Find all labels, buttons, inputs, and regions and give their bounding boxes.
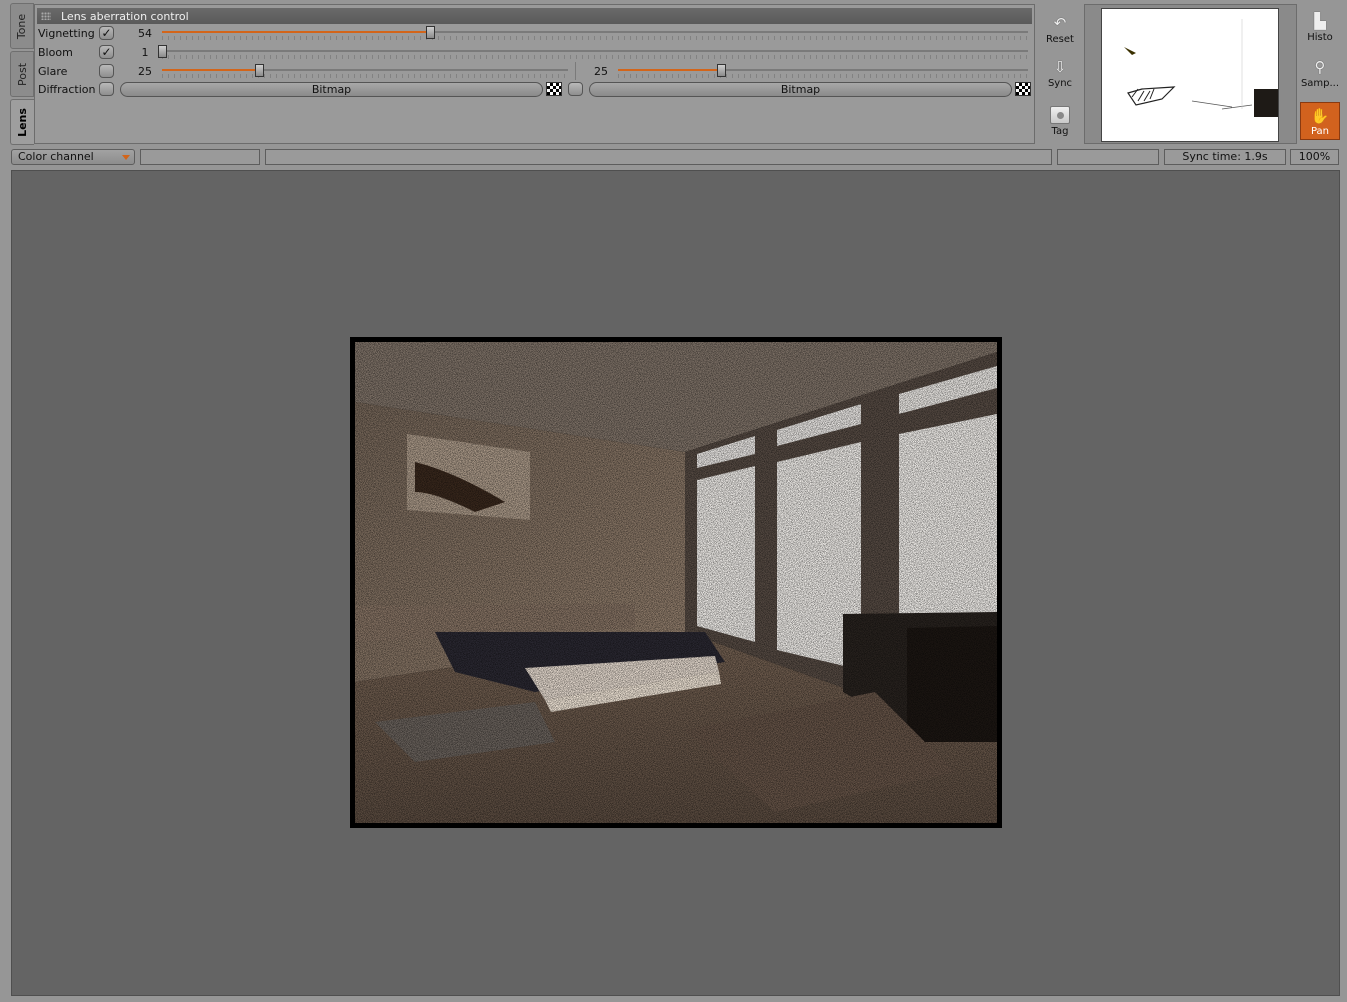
- lens-aberration-panel: Lens aberration control Vignetting ✓ 54 …: [34, 4, 1035, 144]
- diffraction-row: Diffraction Bitmap Bitmap: [38, 80, 1032, 98]
- tab-tone[interactable]: Tone: [10, 3, 34, 49]
- render-frame: [350, 337, 1002, 828]
- eyedropper-icon: ⚲: [1314, 58, 1326, 76]
- sync-time-readout: Sync time: 1.9s: [1164, 149, 1286, 165]
- tag-icon: [1050, 106, 1070, 124]
- panel-title: Lens aberration control: [61, 9, 189, 23]
- divider: [575, 62, 576, 80]
- reset-icon: ↶: [1053, 14, 1067, 32]
- status-field-3: [1057, 149, 1159, 165]
- check-icon: ✓: [101, 45, 112, 59]
- render-image[interactable]: [355, 342, 997, 823]
- histo-button[interactable]: ▙ Histo: [1300, 12, 1340, 43]
- glare-value-2: 25: [594, 64, 608, 78]
- vignetting-label: Vignetting: [38, 26, 95, 40]
- checker-icon[interactable]: [546, 82, 562, 96]
- glare-row: Glare 25 25: [38, 62, 1032, 80]
- thumbnail-preview: [1084, 4, 1297, 144]
- vignetting-value: 54: [138, 26, 152, 40]
- status-field-1: [140, 149, 260, 165]
- glare-slider-2[interactable]: [618, 62, 1028, 80]
- glare-slider[interactable]: [162, 62, 568, 80]
- bloom-slider[interactable]: [158, 43, 1028, 61]
- glare-slider-2-thumb[interactable]: [716, 64, 726, 77]
- diffraction-checkbox[interactable]: [99, 82, 114, 96]
- sample-button[interactable]: ⚲ Samp...: [1300, 58, 1340, 89]
- glare-label: Glare: [38, 64, 68, 78]
- checker-icon[interactable]: [1015, 82, 1031, 96]
- glare-value: 25: [138, 64, 152, 78]
- bloom-slider-thumb[interactable]: [158, 45, 167, 58]
- vertical-tab-strip: Tone Post Lens: [10, 3, 34, 145]
- bitmap-button-2[interactable]: Bitmap: [589, 81, 1012, 97]
- reset-button[interactable]: ↶ Reset: [1040, 14, 1080, 45]
- vignetting-slider[interactable]: [162, 24, 1028, 42]
- bloom-row: Bloom ✓ 1: [38, 43, 1032, 61]
- dropdown-arrow-icon: [122, 155, 130, 160]
- hand-icon: ✋: [1310, 107, 1330, 125]
- tab-post[interactable]: Post: [10, 51, 34, 97]
- vignetting-checkbox[interactable]: ✓: [99, 26, 114, 40]
- diffraction-label: Diffraction: [38, 82, 96, 96]
- arrow-down-icon: ⇩: [1053, 58, 1067, 76]
- vignetting-slider-thumb[interactable]: [426, 26, 436, 39]
- status-field-2: [265, 149, 1052, 165]
- tab-lens[interactable]: Lens: [10, 99, 34, 145]
- color-channel-dropdown[interactable]: Color channel: [11, 149, 135, 165]
- panel-header: Lens aberration control: [37, 8, 1032, 24]
- tag-button[interactable]: Tag: [1040, 106, 1080, 137]
- grip-icon[interactable]: [41, 12, 51, 20]
- histogram-icon: ▙: [1314, 12, 1326, 30]
- bloom-checkbox[interactable]: ✓: [99, 45, 114, 59]
- thumbnail-image[interactable]: [1101, 8, 1279, 142]
- check-icon: ✓: [101, 26, 112, 40]
- bitmap-button-1[interactable]: Bitmap: [120, 81, 543, 97]
- vignetting-row: Vignetting ✓ 54: [38, 24, 1032, 42]
- pan-button[interactable]: ✋ Pan: [1300, 102, 1340, 140]
- zoom-level: 100%: [1290, 149, 1339, 165]
- sync-button[interactable]: ⇩ Sync: [1040, 58, 1080, 89]
- bloom-label: Bloom: [38, 45, 73, 59]
- glare-slider-thumb[interactable]: [255, 64, 265, 77]
- glare-checkbox[interactable]: [99, 64, 114, 78]
- diffraction-checkbox-2[interactable]: [568, 82, 583, 96]
- render-viewport[interactable]: [11, 170, 1340, 996]
